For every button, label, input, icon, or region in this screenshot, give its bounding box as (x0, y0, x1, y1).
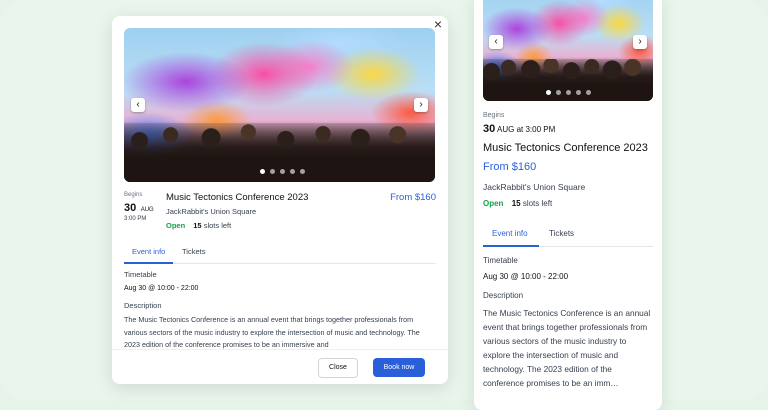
mobile-event-card: ‹ › Begins 30 AUG at 3:00 PM Music Tecto… (474, 0, 662, 410)
active-tab-indicator (124, 262, 173, 264)
carousel-dot[interactable] (280, 169, 285, 174)
timetable-label: Timetable (124, 270, 157, 279)
active-tab-indicator (483, 245, 539, 247)
carousel-dots (260, 169, 305, 174)
begins-block: Begins 30 AUG 3:00 PM (124, 192, 160, 222)
tab-tickets[interactable]: Tickets (549, 229, 574, 238)
begins-date-rest: AUG at 3:00 PM (497, 125, 556, 134)
book-now-button[interactable]: Book now (373, 358, 425, 377)
tab-bar: Event info Tickets (483, 218, 653, 247)
carousel-dot[interactable] (546, 90, 551, 95)
event-title: Music Tectonics Conference 2023 (483, 142, 648, 154)
slots-label: slots left (522, 199, 553, 208)
begins-day: 30 (124, 202, 137, 214)
description-text: The Music Tectonics Conference is an ann… (483, 308, 651, 388)
tab-bar: Event info Tickets (124, 242, 436, 264)
status-badge: Open (166, 221, 186, 230)
carousel-dot[interactable] (260, 169, 265, 174)
description-text: The Music Tectonics Conference is an ann… (124, 315, 420, 349)
carousel-dots (546, 90, 591, 95)
close-icon[interactable]: × (434, 16, 442, 32)
slots-left: 15 slots left (193, 221, 231, 230)
modal-footer: Close Book now (112, 349, 448, 384)
event-venue: JackRabbit's Union Square (166, 207, 257, 216)
carousel-dot[interactable] (270, 169, 275, 174)
carousel-prev-button[interactable]: ‹ (489, 35, 503, 49)
slots-count: 15 (511, 199, 521, 208)
tab-tickets[interactable]: Tickets (182, 247, 205, 256)
timetable-label: Timetable (483, 256, 518, 265)
carousel-next-button[interactable]: › (633, 35, 647, 49)
event-modal: × ‹ › Begins 30 AUG 3:00 PM Music Tecton… (112, 16, 448, 384)
carousel-dot[interactable] (586, 90, 591, 95)
event-venue: JackRabbit's Union Square (483, 182, 586, 192)
slots-left: 15 slots left (512, 199, 552, 208)
tab-event-info[interactable]: Event info (492, 229, 528, 238)
carousel-prev-button[interactable]: ‹ (131, 98, 145, 112)
begins-time: 3:00 PM (124, 216, 147, 222)
begins-date: 30 AUG at 3:00 PM (483, 123, 555, 135)
carousel-dot[interactable] (290, 169, 295, 174)
event-price: From $160 (390, 192, 436, 203)
event-title: Music Tectonics Conference 2023 (166, 192, 309, 203)
begins-label: Begins (483, 112, 505, 119)
event-image: ‹ › (124, 28, 435, 182)
event-price: From $160 (483, 161, 537, 173)
carousel-dot[interactable] (566, 90, 571, 95)
timetable-value: Aug 30 @ 10:00 - 22:00 (124, 285, 199, 292)
timetable-value: Aug 30 @ 10:00 - 22:00 (483, 272, 569, 281)
slots-count: 15 (193, 221, 202, 230)
tab-event-info[interactable]: Event info (132, 247, 165, 256)
close-button[interactable]: Close (318, 358, 358, 378)
begins-day: 30 (483, 123, 496, 135)
event-status: Open 15 slots left (483, 199, 552, 208)
event-image: ‹ › (483, 0, 653, 101)
slots-label: slots left (203, 221, 232, 230)
carousel-dot[interactable] (576, 90, 581, 95)
carousel-dot[interactable] (556, 90, 561, 95)
description-label: Description (124, 301, 162, 310)
carousel-dot[interactable] (300, 169, 305, 174)
begins-month: AUG (140, 207, 154, 213)
status-badge: Open (483, 199, 504, 208)
event-status: Open 15 slots left (166, 221, 231, 230)
carousel-next-button[interactable]: › (414, 98, 428, 112)
description-label: Description (483, 291, 524, 300)
